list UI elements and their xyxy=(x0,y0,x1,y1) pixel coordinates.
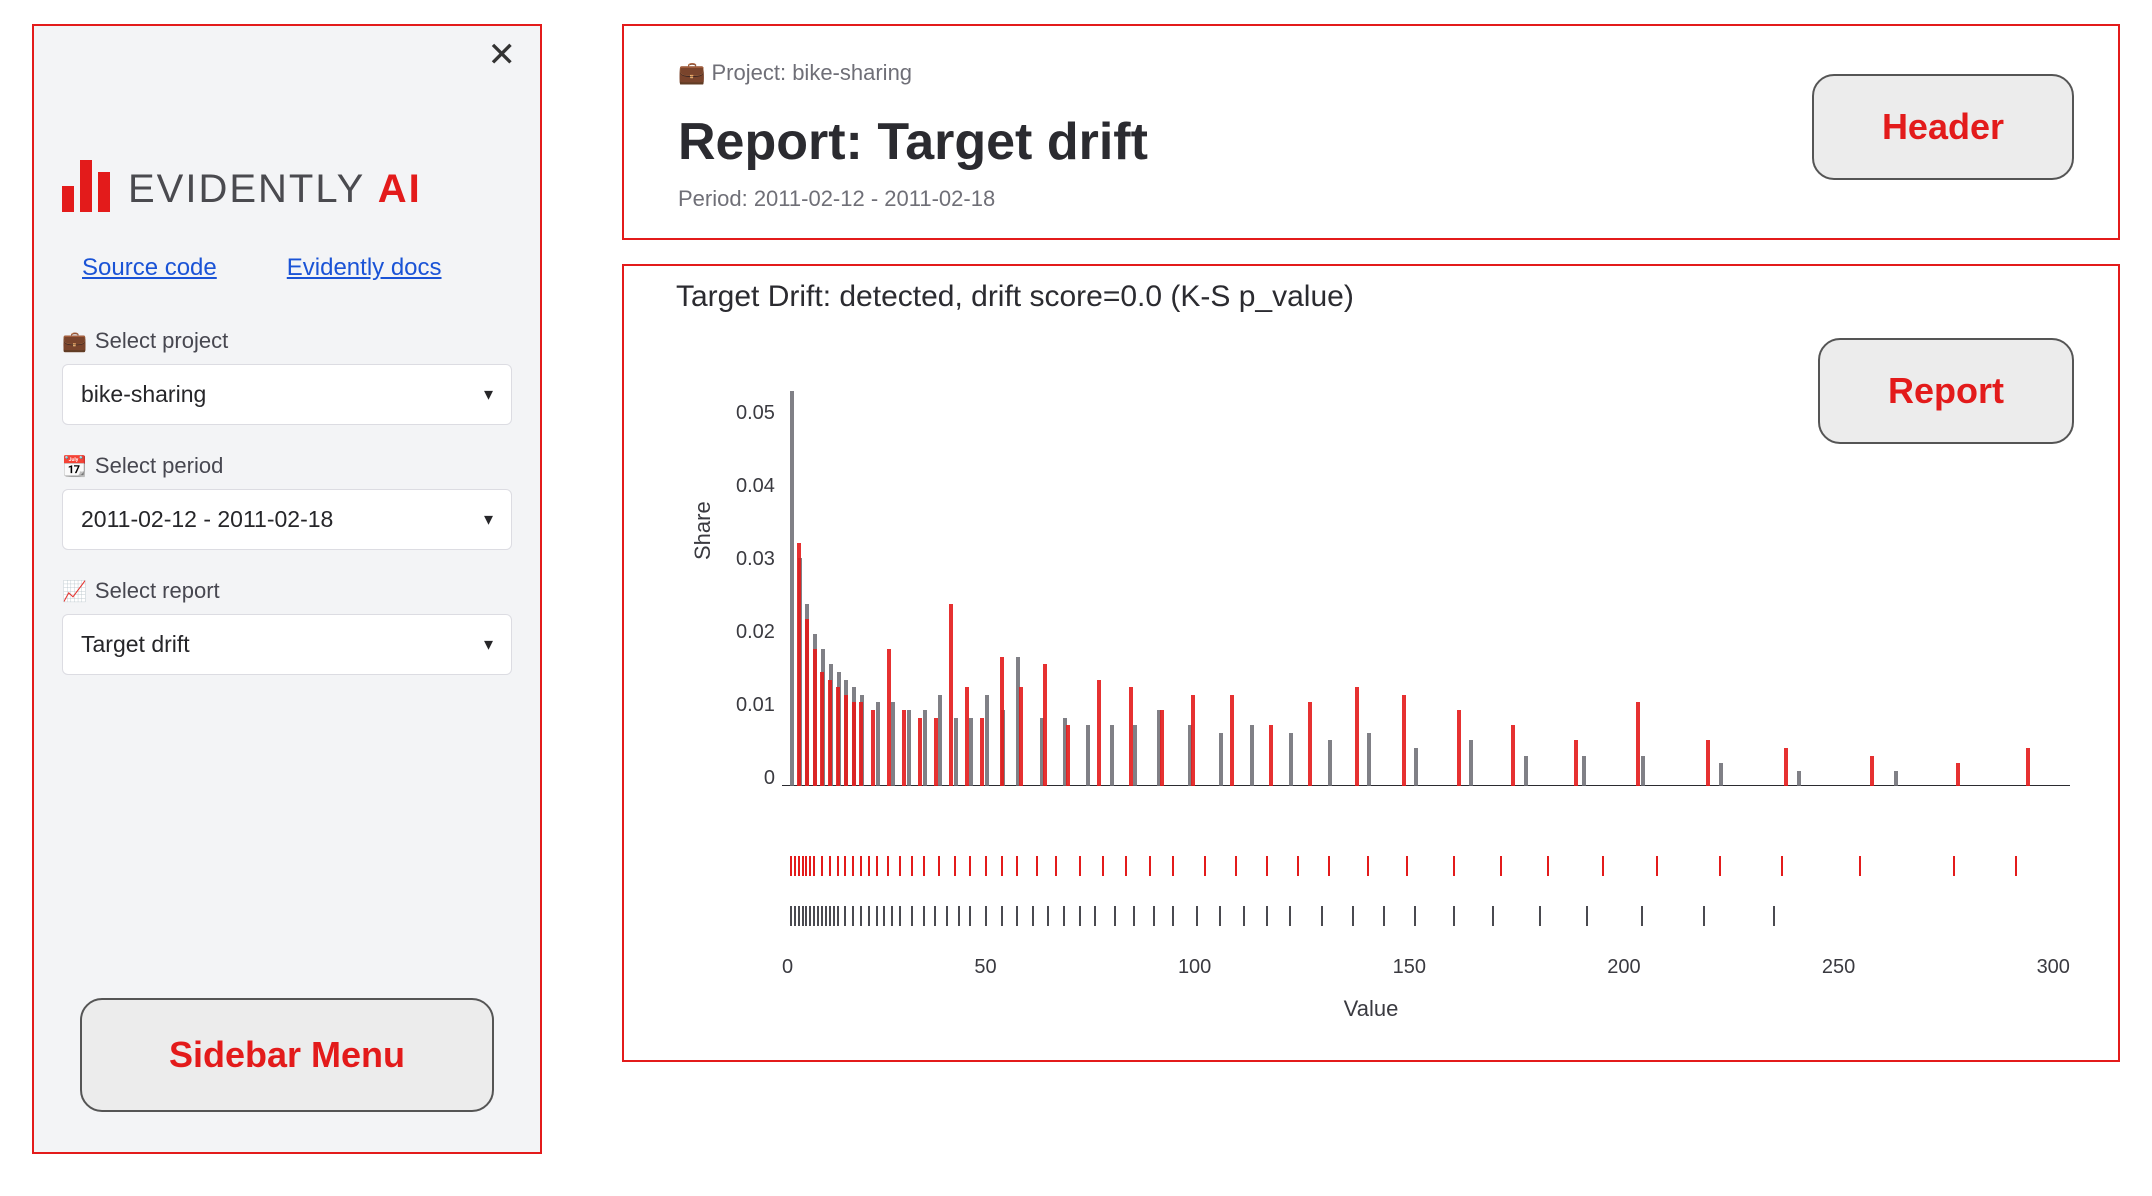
briefcase-icon: 💼 xyxy=(62,329,87,354)
link-evidently-docs[interactable]: Evidently docs xyxy=(287,254,442,282)
brand-text: EVIDENTLY AI xyxy=(128,167,422,212)
brand-plain: EVIDENTLY xyxy=(128,167,378,211)
select-report[interactable]: Target drift ▾ xyxy=(62,614,512,675)
sidebar-annotation-box: ✕ EVIDENTLY AI Source code Evidently doc… xyxy=(32,24,542,1154)
calendar-icon: 📆 xyxy=(62,454,87,479)
select-period[interactable]: 2011-02-12 - 2011-02-18 ▾ xyxy=(62,489,512,550)
brand-accent: AI xyxy=(378,167,422,211)
select-period-value: 2011-02-12 - 2011-02-18 xyxy=(81,506,333,533)
plot-area xyxy=(782,406,2070,786)
header-annotation-box: 💼 Project: bike-sharing Report: Target d… xyxy=(622,24,2120,240)
x-axis-ticks: 050100150200250300 xyxy=(782,956,2070,979)
x-axis-label: Value xyxy=(632,996,2110,1022)
y-axis-label: Share xyxy=(690,501,716,560)
chart-title: Target Drift: detected, drift score=0.0 … xyxy=(676,280,2110,314)
select-project-value: bike-sharing xyxy=(81,381,206,408)
chevron-down-icon: ▾ xyxy=(484,634,493,655)
annotation-report: Report xyxy=(1818,338,2074,444)
annotation-header: Header xyxy=(1812,74,2074,180)
rug-reference xyxy=(782,906,2070,926)
annotation-sidebar-menu: Sidebar Menu xyxy=(80,998,494,1112)
y-axis-ticks: 0.050.040.030.020.010 xyxy=(736,402,775,790)
rug-current xyxy=(782,856,2070,876)
logo-bars-icon xyxy=(62,160,110,212)
chevron-down-icon: ▾ xyxy=(484,509,493,530)
sidebar: ✕ EVIDENTLY AI Source code Evidently doc… xyxy=(34,26,540,1152)
link-source-code[interactable]: Source code xyxy=(82,254,217,282)
brand-logo: EVIDENTLY AI xyxy=(62,160,512,212)
select-report-value: Target drift xyxy=(81,631,190,658)
chart-up-icon: 📈 xyxy=(62,579,87,604)
close-icon[interactable]: ✕ xyxy=(488,38,517,72)
label-select-period: 📆 Select period xyxy=(62,453,512,479)
histogram-bars xyxy=(782,406,2070,786)
select-project[interactable]: bike-sharing ▾ xyxy=(62,364,512,425)
label-select-project: 💼 Select project xyxy=(62,328,512,354)
chevron-down-icon: ▾ xyxy=(484,384,493,405)
report-annotation-box: Target Drift: detected, drift score=0.0 … xyxy=(622,264,2120,1062)
label-select-report: 📈 Select report xyxy=(62,578,512,604)
period-line: Period: 2011-02-12 - 2011-02-18 xyxy=(678,186,2064,212)
